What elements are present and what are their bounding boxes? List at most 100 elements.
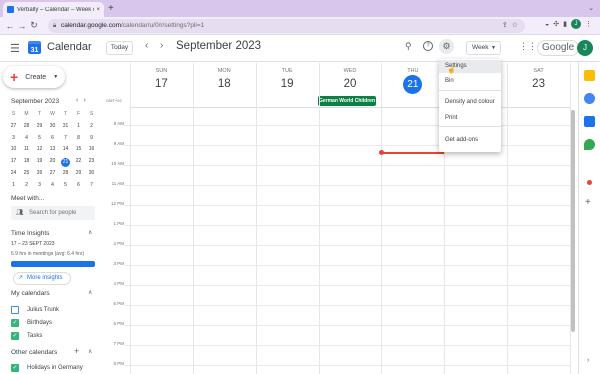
more-insights-button[interactable]: ↗ More insights bbox=[13, 272, 71, 285]
minical-day[interactable]: 28 bbox=[59, 168, 72, 180]
minical-day-selected[interactable]: 21 bbox=[61, 157, 70, 167]
create-button[interactable]: + Create ▼ bbox=[3, 66, 65, 88]
get-addons-plus-icon[interactable]: + bbox=[585, 197, 591, 208]
next-week-icon[interactable]: › bbox=[160, 40, 163, 51]
back-icon[interactable]: ← bbox=[4, 21, 16, 31]
minical-day[interactable]: 4 bbox=[20, 133, 33, 145]
view-selector[interactable]: Week ▼ bbox=[466, 41, 501, 55]
minical-day[interactable]: 30 bbox=[85, 168, 98, 180]
search-people-input[interactable]: 👥︎ Search for people bbox=[11, 206, 95, 220]
chevron-up-icon[interactable]: ∧ bbox=[88, 229, 92, 236]
main-menu-icon[interactable]: ☰ bbox=[10, 42, 20, 55]
time-insights-heading[interactable]: Time Insights bbox=[11, 230, 49, 237]
google-account-brand[interactable]: Google bbox=[537, 40, 580, 56]
minical-day[interactable]: 2 bbox=[20, 180, 33, 192]
minical-day[interactable]: 5 bbox=[33, 133, 46, 145]
reload-icon[interactable]: ↻ bbox=[28, 20, 40, 31]
minical-day[interactable]: 7 bbox=[59, 133, 72, 145]
minical-day[interactable]: 27 bbox=[46, 168, 59, 180]
day-number[interactable]: 19 bbox=[281, 78, 294, 90]
settings-menu-item[interactable]: Get add-ons bbox=[439, 134, 501, 147]
add-calendar-plus-icon[interactable]: + bbox=[74, 346, 79, 356]
minical-day[interactable]: 19 bbox=[33, 156, 46, 168]
today-button[interactable]: Today bbox=[106, 41, 133, 55]
day-header[interactable]: SAT 23 bbox=[507, 62, 570, 92]
checkbox-checked-icon[interactable]: ✓ bbox=[11, 319, 19, 327]
profile-avatar[interactable]: J bbox=[571, 19, 581, 29]
browser-tab[interactable]: Verbally – Calendar – Week of × bbox=[3, 2, 104, 17]
minical-day[interactable]: 16 bbox=[85, 144, 98, 156]
day-header[interactable]: MON 18 bbox=[193, 62, 256, 92]
minical-day[interactable]: 2 bbox=[85, 121, 98, 133]
share-icon[interactable]: ⇪ bbox=[502, 22, 512, 29]
day-header[interactable]: TUE 19 bbox=[256, 62, 319, 92]
minical-day[interactable]: 10 bbox=[7, 144, 20, 156]
previous-week-icon[interactable]: ‹ bbox=[145, 40, 148, 51]
puzzle-icon[interactable]: ✣ bbox=[553, 20, 559, 28]
day-header[interactable]: THU 21 bbox=[381, 62, 444, 94]
minical-day[interactable]: 6 bbox=[72, 180, 85, 192]
minical-day[interactable]: 29 bbox=[72, 168, 85, 180]
minical-day[interactable]: 7 bbox=[85, 180, 98, 192]
minical-day[interactable]: 11 bbox=[20, 144, 33, 156]
minical-day[interactable]: 22 bbox=[72, 156, 85, 168]
minical-day[interactable]: 29 bbox=[33, 121, 46, 133]
tasks-icon[interactable] bbox=[584, 93, 595, 104]
checkbox-checked-icon[interactable]: ✓ bbox=[11, 332, 19, 340]
forward-icon[interactable]: → bbox=[16, 21, 28, 31]
calendar-item[interactable]: ✓ Tasks bbox=[11, 332, 42, 340]
minical-next-icon[interactable]: › bbox=[83, 97, 90, 104]
settings-menu-item[interactable]: Print bbox=[439, 112, 501, 125]
settings-menu-item[interactable]: Bin bbox=[439, 75, 501, 88]
minical-day[interactable]: 3 bbox=[7, 133, 20, 145]
day-header[interactable]: SUN 17 bbox=[130, 62, 193, 92]
address-bar[interactable]: 🔒︎ calendar.google.com/calendar/u/0/r/set… bbox=[48, 19, 525, 33]
calendar-logo-icon[interactable]: 31 bbox=[28, 41, 41, 54]
minical-day[interactable]: 4 bbox=[46, 180, 59, 192]
sidepanel-icon[interactable]: ▮ bbox=[563, 20, 567, 28]
minical-day[interactable]: 1 bbox=[7, 180, 20, 192]
minical-day[interactable]: 8 bbox=[72, 133, 85, 145]
checkbox-icon[interactable] bbox=[11, 306, 19, 314]
search-icon[interactable]: ⚲ bbox=[405, 41, 412, 52]
day-number-today[interactable]: 21 bbox=[403, 75, 423, 94]
minical-day[interactable]: 30 bbox=[46, 121, 59, 133]
bookmark-star-icon[interactable]: ☆ bbox=[512, 22, 522, 29]
minical-day[interactable]: 31 bbox=[59, 121, 72, 133]
day-number[interactable]: 17 bbox=[155, 78, 168, 90]
minical-day[interactable]: 17 bbox=[7, 156, 20, 168]
week-grid[interactable] bbox=[124, 63, 571, 374]
show-side-panel-icon[interactable]: › bbox=[587, 357, 589, 364]
minical-day[interactable]: 25 bbox=[20, 168, 33, 180]
help-icon[interactable]: ? bbox=[423, 41, 433, 51]
new-tab-button[interactable]: + bbox=[108, 3, 114, 14]
day-number[interactable]: 23 bbox=[532, 78, 545, 90]
minical-day[interactable]: 12 bbox=[33, 144, 46, 156]
calendar-item[interactable]: Julius Trunk bbox=[11, 306, 59, 314]
chevron-up-icon[interactable]: ∧ bbox=[88, 289, 92, 296]
keep-icon[interactable] bbox=[584, 70, 595, 81]
tab-close-icon[interactable]: × bbox=[96, 7, 100, 13]
maps-icon[interactable] bbox=[584, 139, 595, 150]
calendar-item[interactable]: ✓ Holidays in Germany bbox=[11, 364, 83, 372]
minical-day[interactable]: 24 bbox=[7, 168, 20, 180]
extension-icon[interactable]: ◒ bbox=[545, 21, 549, 28]
settings-menu-item[interactable]: Density and colour bbox=[439, 96, 501, 109]
day-number[interactable]: 18 bbox=[218, 78, 231, 90]
contacts-icon[interactable] bbox=[584, 116, 595, 127]
minical-day[interactable]: 13 bbox=[46, 144, 59, 156]
minical-day[interactable]: 3 bbox=[33, 180, 46, 192]
allday-event-chip[interactable]: German World Children bbox=[318, 96, 376, 106]
checkbox-checked-icon[interactable]: ✓ bbox=[11, 364, 19, 372]
minical-day[interactable]: 6 bbox=[46, 133, 59, 145]
tab-search-chevron-icon[interactable]: ⌄ bbox=[588, 4, 594, 12]
google-apps-icon[interactable]: ⋮⋮ bbox=[519, 41, 537, 52]
minical-day[interactable]: 15 bbox=[72, 144, 85, 156]
day-header[interactable]: WED 20 bbox=[319, 62, 382, 92]
minical-day[interactable]: 18 bbox=[20, 156, 33, 168]
minical-day[interactable]: 14 bbox=[59, 144, 72, 156]
minical-day[interactable]: 28 bbox=[20, 121, 33, 133]
minical-day[interactable]: 27 bbox=[7, 121, 20, 133]
calendar-item[interactable]: ✓ Birthdays bbox=[11, 319, 52, 327]
minical-day[interactable]: 26 bbox=[33, 168, 46, 180]
